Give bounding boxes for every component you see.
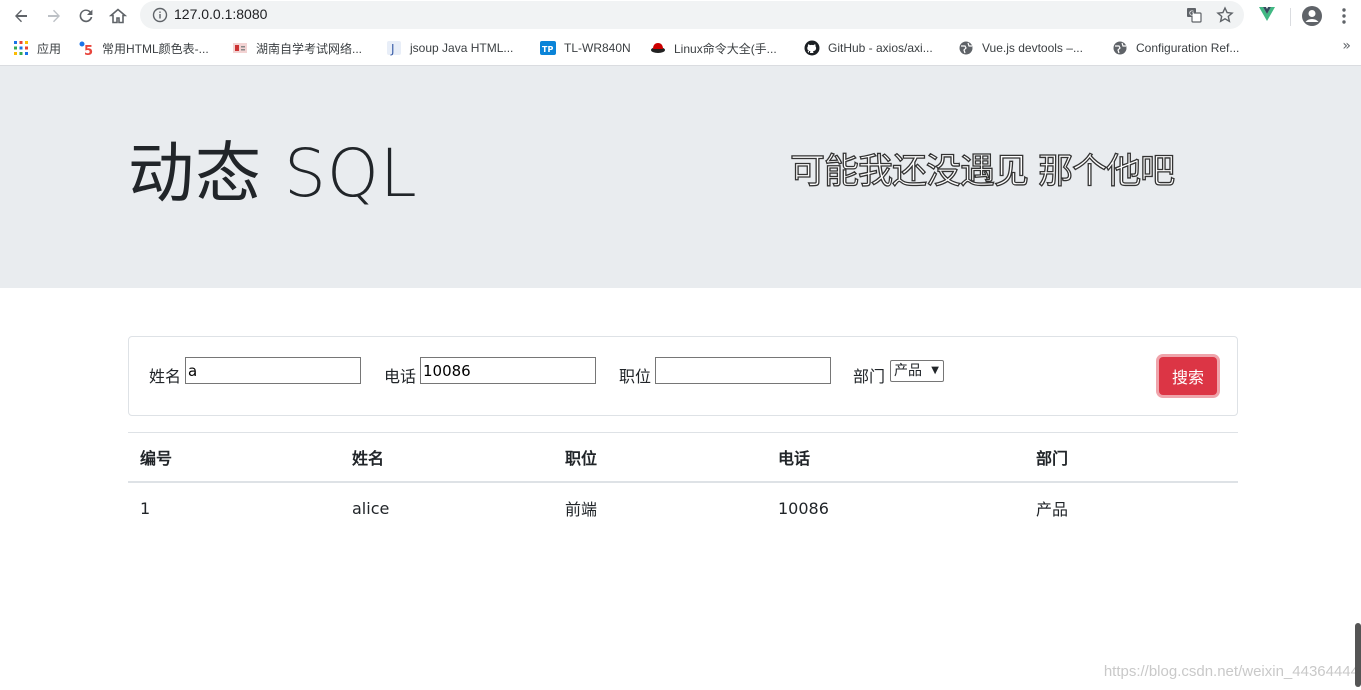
column-header-id: 编号 (128, 432, 340, 483)
jsoup-icon: J (386, 40, 402, 56)
bookmarks-bar: 应用 5 常用HTML颜色表-... 湖南自学考试网络... J jsoup J… (0, 32, 1361, 66)
page-title: 动态 SQL (128, 135, 418, 212)
bookmark-jsoup[interactable]: J jsoup Java HTML... (386, 40, 513, 56)
bookmark-vue-devtools[interactable]: Vue.js devtools –... (958, 40, 1083, 56)
bookmark-label: GitHub - axios/axi... (828, 41, 933, 55)
table-row: 1 alice 前端 10086 产品 (128, 482, 1238, 534)
cell-phone: 10086 (778, 498, 829, 518)
info-icon[interactable] (152, 7, 168, 27)
bookmark-label: Linux命令大全(手... (674, 41, 777, 56)
bookmark-label: jsoup Java HTML... (410, 41, 514, 55)
search-button[interactable]: 搜索 (1159, 357, 1217, 395)
position-input[interactable] (655, 357, 831, 384)
bookmark-label: Vue.js devtools –... (982, 41, 1083, 55)
browser-toolbar: 127.0.0.1:8080 G (0, 0, 1361, 32)
bookmark-tplink[interactable]: TP TL-WR840N (540, 40, 631, 56)
html5-icon: 5 (78, 40, 94, 56)
svg-text:G: G (1189, 10, 1194, 18)
position-label: 职位 (619, 367, 652, 386)
home-icon (109, 8, 127, 24)
jumbotron-header: 动态 SQL 可能我还没遇见 那个他吧 (0, 66, 1361, 288)
column-header-dept: 部门 (1024, 432, 1238, 483)
globe-icon (958, 40, 974, 56)
back-arrow-icon (15, 9, 27, 23)
scrollbar-thumb[interactable] (1355, 623, 1361, 687)
svg-text:TP: TP (542, 45, 553, 54)
dept-label: 部门 (853, 367, 886, 386)
search-form: 姓名 电话 职位 部门 产品 ▼ 搜索 (128, 336, 1238, 416)
name-input[interactable] (185, 357, 361, 384)
bookmarks-overflow-button[interactable]: » (1342, 38, 1351, 54)
bookmark-label: 湖南自学考试网络... (256, 41, 363, 56)
cell-name: alice (352, 498, 390, 518)
home-button[interactable] (106, 4, 130, 28)
reload-button[interactable] (74, 4, 98, 28)
apps-grid-icon (13, 40, 29, 56)
forward-button[interactable] (42, 4, 66, 28)
bookmark-configuration[interactable]: Configuration Ref... (1112, 40, 1239, 56)
bookmark-linux[interactable]: Linux命令大全(手... (650, 40, 777, 56)
phone-label: 电话 (384, 367, 417, 386)
phone-input[interactable] (420, 357, 596, 384)
bookmark-label: 应用 (37, 41, 62, 56)
bookmark-apps[interactable]: 应用 (13, 40, 61, 56)
bookmark-hunan-exam[interactable]: 湖南自学考试网络... (232, 40, 362, 56)
profile-avatar-icon[interactable] (1301, 5, 1323, 31)
tplink-icon: TP (540, 40, 556, 56)
column-header-name: 姓名 (340, 432, 553, 483)
bookmark-label: 常用HTML颜色表-... (102, 41, 209, 56)
bookmark-github-axios[interactable]: GitHub - axios/axi... (804, 40, 933, 56)
dept-selected-value: 产品 (894, 363, 922, 379)
cell-position: 前端 (565, 500, 598, 519)
watermark: https://blog.csdn.net/weixin_44364444 (1103, 663, 1359, 680)
menu-kebab-icon[interactable] (1336, 6, 1352, 30)
translate-icon[interactable]: G (1186, 7, 1202, 27)
cell-dept: 产品 (1036, 500, 1069, 519)
globe-icon (1112, 40, 1128, 56)
name-label: 姓名 (149, 367, 182, 386)
forward-arrow-icon (48, 9, 60, 23)
bookmark-label: TL-WR840N (564, 41, 631, 55)
cell-id: 1 (140, 498, 151, 518)
results-table: 编号 姓名 职位 电话 部门 1 alice 前端 10086 产品 (128, 432, 1238, 534)
url-text[interactable]: 127.0.0.1:8080 (174, 6, 267, 22)
toolbar-divider (1290, 8, 1291, 26)
back-button[interactable] (9, 4, 33, 28)
bookmark-star-icon[interactable] (1216, 6, 1234, 28)
vue-devtools-icon[interactable] (1258, 5, 1276, 27)
svg-text:J: J (390, 42, 395, 56)
reload-icon (79, 9, 93, 23)
column-header-phone: 电话 (766, 432, 1024, 483)
bookmark-label: Configuration Ref... (1136, 41, 1240, 55)
table-header-row: 编号 姓名 职位 电话 部门 (128, 432, 1238, 483)
site-favicon-icon (232, 40, 248, 56)
column-header-position: 职位 (553, 432, 766, 483)
dropdown-caret-icon: ▼ (931, 365, 939, 376)
bookmark-html-colors[interactable]: 5 常用HTML颜色表-... (78, 40, 209, 56)
header-tagline: 可能我还没遇见 那个他吧 (789, 151, 1175, 192)
github-icon (804, 40, 820, 56)
dept-select[interactable]: 产品 ▼ (890, 360, 944, 382)
svg-text:5: 5 (84, 44, 93, 56)
redhat-icon (650, 40, 666, 56)
address-bar[interactable]: 127.0.0.1:8080 G (140, 1, 1244, 29)
